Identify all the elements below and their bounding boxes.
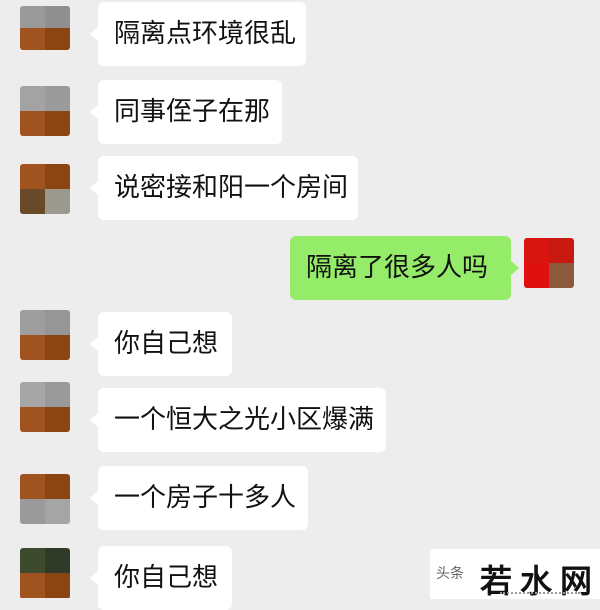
message-bubble[interactable]: 同事侄子在那	[90, 80, 282, 144]
contact-avatar[interactable]	[20, 474, 70, 524]
message-bubble[interactable]: 一个恒大之光小区爆满	[90, 388, 386, 452]
message-text: 一个恒大之光小区爆满	[114, 405, 375, 435]
contact-avatar[interactable]	[20, 310, 70, 360]
message-text: 说密接和阳一个房间	[114, 173, 349, 203]
watermark-small-text: 头条	[436, 566, 464, 582]
contact-avatar[interactable]	[20, 86, 70, 136]
message-bubble[interactable]: 隔离了很多人吗	[290, 236, 519, 300]
message-text: 隔离点环境很乱	[114, 19, 297, 49]
message-bubble[interactable]: 你自己想	[90, 312, 232, 376]
contact-avatar[interactable]	[20, 548, 70, 599]
contact-avatar[interactable]	[20, 6, 70, 50]
message-bubble[interactable]: 隔离点环境很乱	[90, 2, 306, 66]
message-text: 你自己想	[114, 563, 219, 593]
contact-avatar[interactable]	[20, 164, 70, 214]
my-avatar[interactable]	[524, 238, 574, 288]
message-bubble[interactable]: 说密接和阳一个房间	[90, 156, 358, 220]
watermark-underline	[500, 592, 580, 597]
contact-avatar[interactable]	[20, 382, 70, 432]
message-text: 隔离了很多人吗	[306, 253, 489, 283]
message-text: 一个房子十多人	[114, 483, 297, 513]
message-text: 你自己想	[114, 329, 219, 359]
message-bubble[interactable]: 一个房子十多人	[90, 466, 308, 530]
message-bubble[interactable]: 你自己想	[90, 546, 232, 610]
message-text: 同事侄子在那	[114, 97, 271, 127]
